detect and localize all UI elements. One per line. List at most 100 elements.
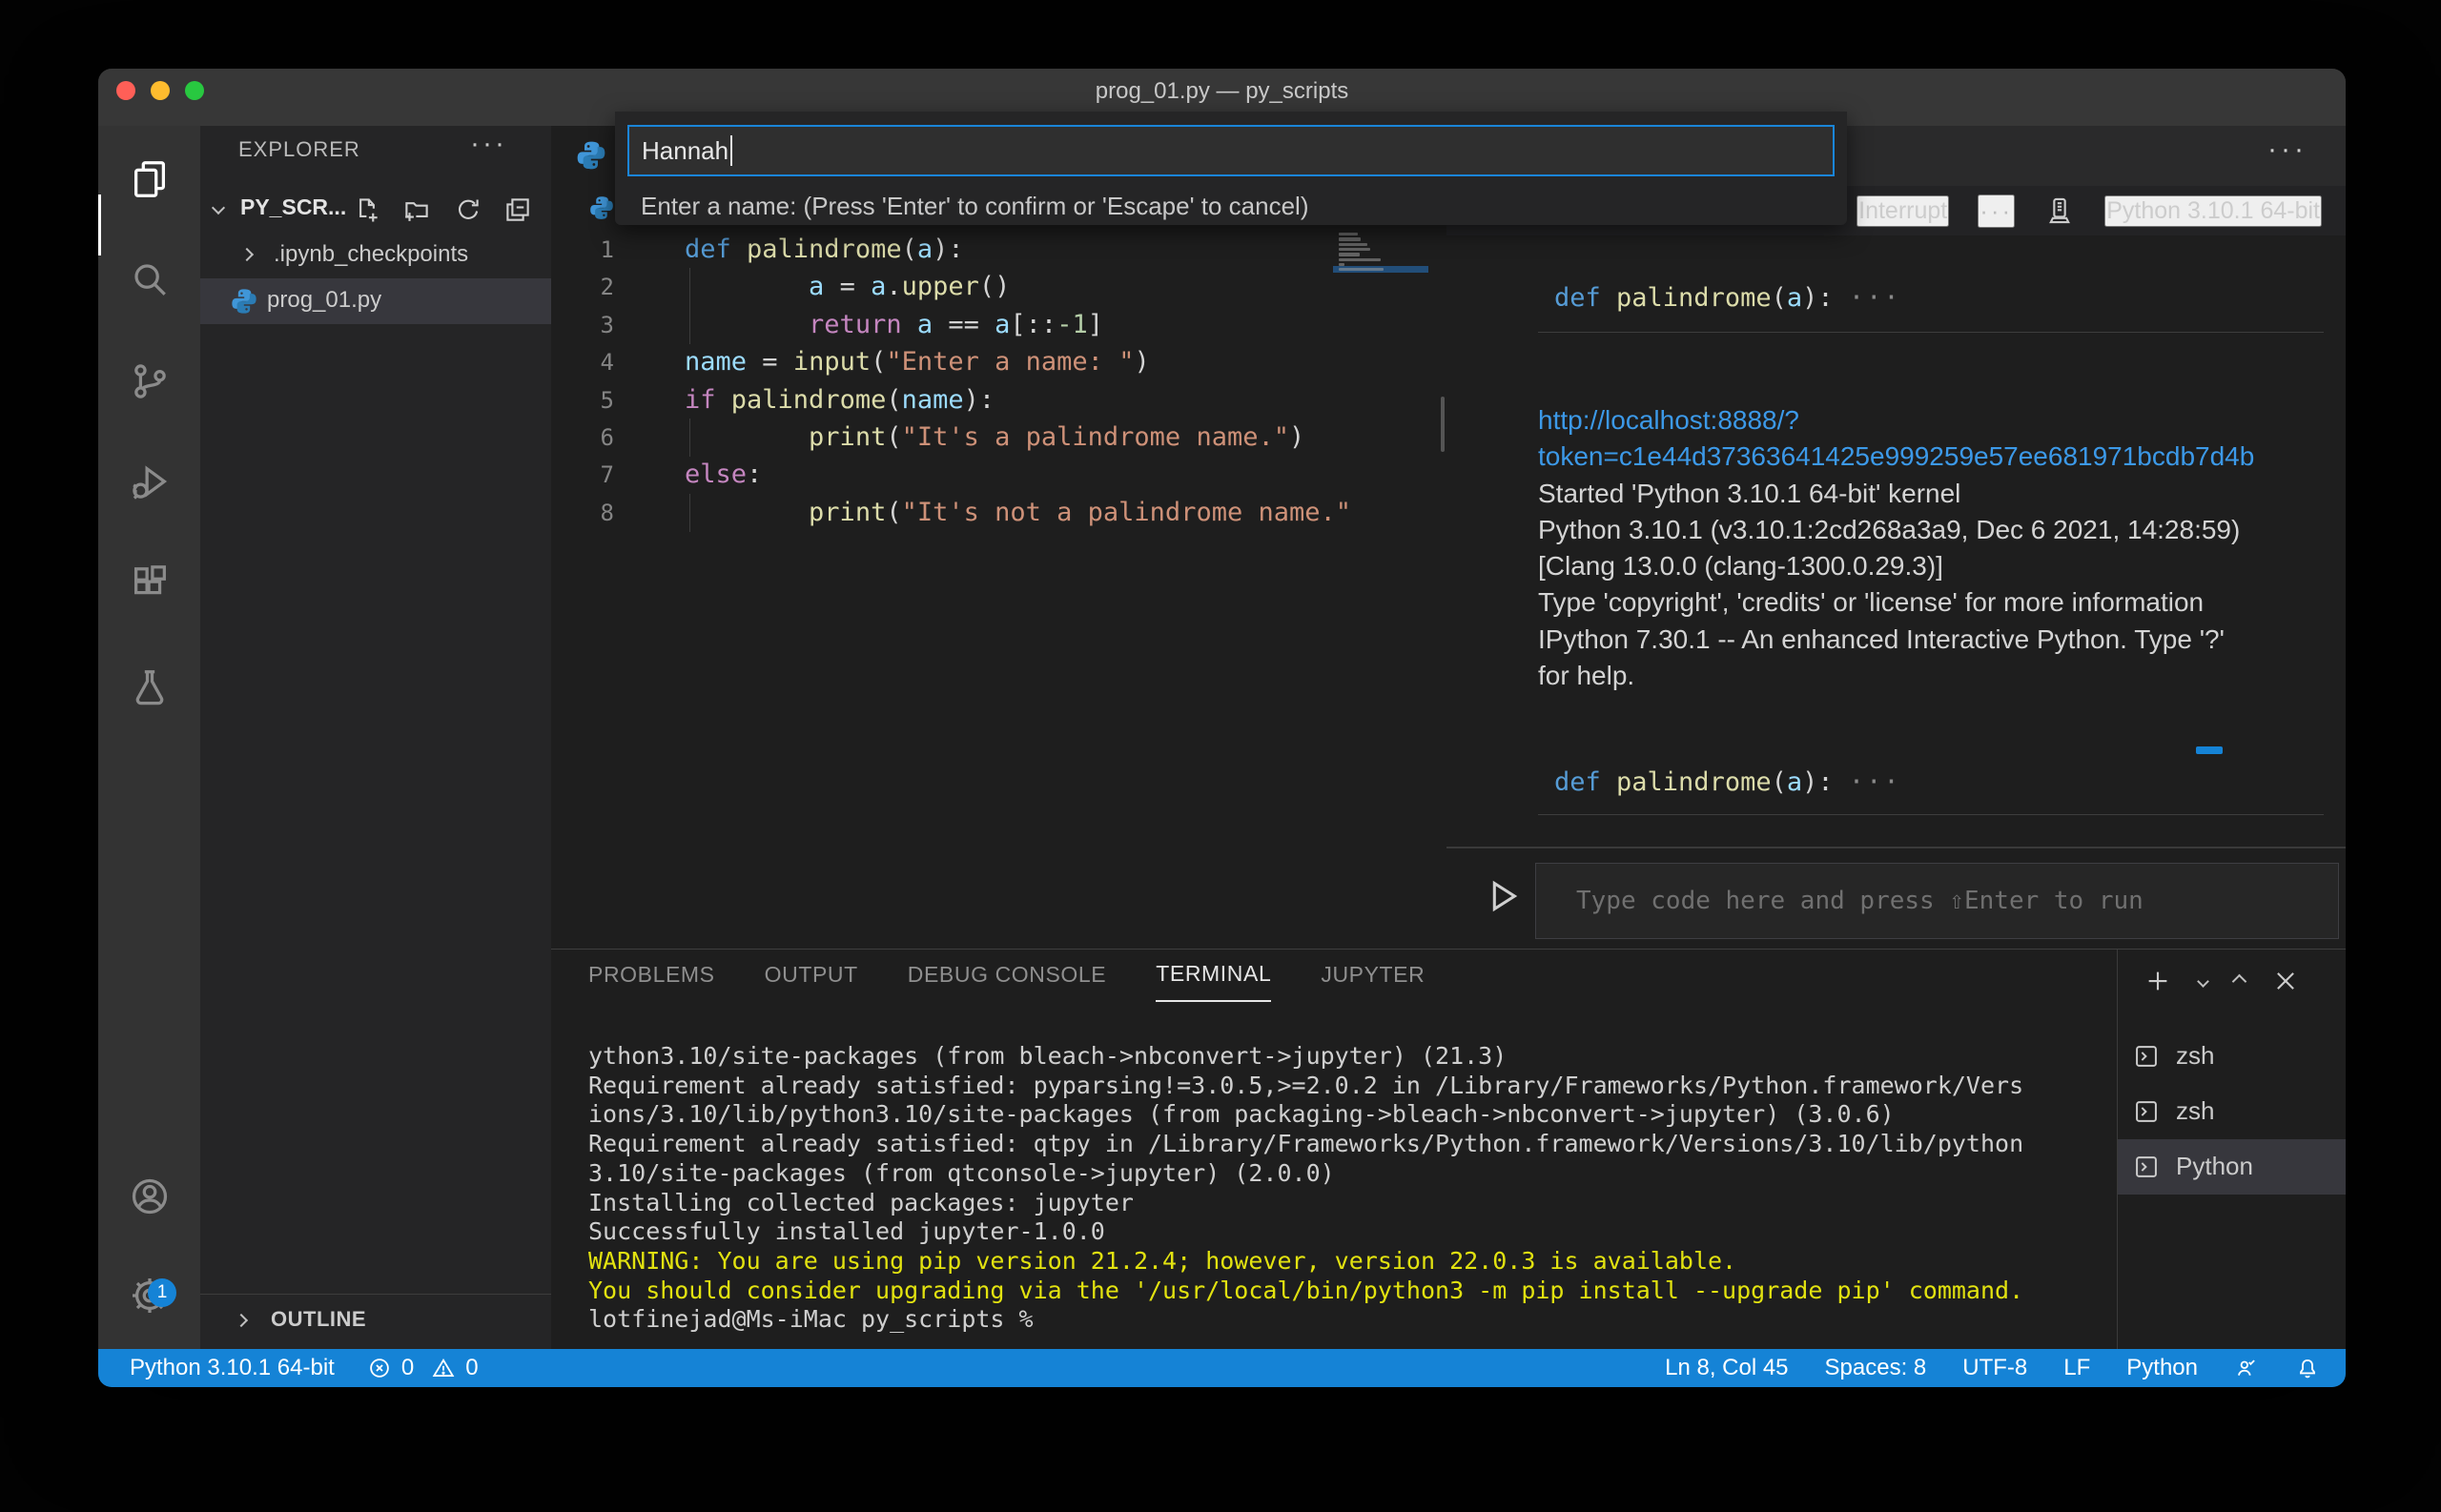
interpreter-selector[interactable]: Python 3.10.1 64-bit bbox=[130, 1355, 335, 1381]
code-editor[interactable]: 1def palindrome(a):2 a = a.upper()3 retu… bbox=[551, 229, 1446, 949]
outline-section[interactable]: OUTLINE bbox=[200, 1294, 551, 1349]
line-number: 3 bbox=[551, 306, 639, 344]
panel-tabs: PROBLEMS OUTPUT DEBUG CONSOLE TERMINAL JUPYT… bbox=[588, 961, 1425, 1002]
error-icon bbox=[367, 1356, 392, 1380]
terminal-line: 3.10/site-packages (from qtconsole->jupy… bbox=[588, 1159, 2114, 1189]
quick-input-value: Hannah bbox=[642, 136, 728, 166]
cursor-position[interactable]: Ln 8, Col 45 bbox=[1665, 1355, 1788, 1381]
tree-item-prog-01[interactable]: prog_01.py bbox=[200, 278, 551, 324]
editor-line[interactable]: 7else: bbox=[551, 456, 1446, 494]
terminal-dropdown-icon[interactable] bbox=[2199, 977, 2207, 986]
editor-scrollbar-thumb[interactable] bbox=[1441, 397, 1445, 452]
explorer-icon[interactable] bbox=[98, 137, 200, 221]
interactive-code-input[interactable]: Type code here and press ⇧Enter to run bbox=[1535, 863, 2339, 939]
new-terminal-icon[interactable] bbox=[2144, 967, 2172, 995]
panel-actions bbox=[2144, 967, 2300, 995]
quick-input-field[interactable]: Hannah bbox=[627, 125, 1835, 176]
terminal-icon bbox=[2133, 1043, 2160, 1070]
new-folder-icon[interactable] bbox=[402, 193, 437, 227]
quick-input-prompt: Enter a name: (Press 'Enter' to confirm … bbox=[641, 192, 1308, 221]
minimap-line bbox=[1339, 243, 1367, 246]
editor-line[interactable]: 1def palindrome(a): bbox=[551, 231, 1446, 269]
kernel-output: http://localhost:8888/?token=c1e44d37363… bbox=[1538, 402, 2254, 694]
kernel-url-link[interactable]: token=c1e44d37363641425e999259e57ee68197… bbox=[1538, 439, 2254, 475]
close-panel-icon[interactable] bbox=[2271, 967, 2300, 995]
panel-tab-debug-console[interactable]: DEBUG CONSOLE bbox=[908, 961, 1106, 1002]
python-file-icon bbox=[230, 287, 258, 316]
search-icon[interactable] bbox=[98, 237, 200, 321]
terminal-line: ions/3.10/lib/python3.10/site-packages (… bbox=[588, 1100, 2114, 1130]
toolbar-more-actions-icon[interactable]: ··· bbox=[1978, 194, 2015, 228]
language-mode[interactable]: Python bbox=[2126, 1355, 2198, 1381]
run-debug-icon[interactable] bbox=[98, 440, 200, 524]
line-number: 6 bbox=[551, 419, 639, 457]
editor-line[interactable]: 5if palindrome(name): bbox=[551, 381, 1446, 419]
encoding-setting[interactable]: UTF-8 bbox=[1962, 1355, 2027, 1381]
tree-item-label: .ipynb_checkpoints bbox=[274, 241, 468, 268]
terminal-line: Requirement already satisfied: pyparsing… bbox=[588, 1072, 2114, 1101]
eol-setting[interactable]: LF bbox=[2063, 1355, 2090, 1381]
explorer-section-header[interactable]: PY_SCR... bbox=[200, 185, 551, 233]
collapse-all-icon[interactable] bbox=[503, 193, 538, 227]
terminal-line: Requirement already satisfied: qtpy in /… bbox=[588, 1130, 2114, 1159]
tree-item-label: prog_01.py bbox=[267, 287, 381, 314]
editor-line[interactable]: 8 print("It's not a palindrome name." bbox=[551, 494, 1446, 532]
kernel-picker-button[interactable]: Python 3.10.1 64-bit bbox=[2104, 195, 2322, 227]
code-cell[interactable]: def palindrome(a): ··· bbox=[1554, 767, 1901, 797]
panel-tab-jupyter[interactable]: JUPYTER bbox=[1321, 961, 1425, 1002]
extensions-icon[interactable] bbox=[98, 542, 200, 626]
tree-item-ipynb-checkpoints[interactable]: .ipynb_checkpoints bbox=[200, 233, 551, 278]
editor-group-more-actions-icon[interactable]: ··· bbox=[2267, 133, 2308, 166]
panel-tab-output[interactable]: OUTPUT bbox=[765, 961, 858, 1002]
python-file-icon bbox=[588, 194, 615, 221]
run-cell-icon[interactable] bbox=[1479, 874, 1523, 918]
kernel-message: Started 'Python 3.10.1 64-bit' kernel bbox=[1538, 476, 2254, 512]
terminal-line: Installing collected packages: jupyter bbox=[588, 1189, 2114, 1218]
source-control-icon[interactable] bbox=[98, 339, 200, 423]
cell-divider bbox=[1538, 814, 2324, 815]
panel-tab-problems[interactable]: PROBLEMS bbox=[588, 961, 715, 1002]
kernel-message: IPython 7.30.1 -- An enhanced Interactiv… bbox=[1538, 622, 2254, 658]
panel-tab-terminal[interactable]: TERMINAL bbox=[1156, 961, 1271, 1002]
editor-line[interactable]: 4name = input("Enter a name: ") bbox=[551, 343, 1446, 381]
testing-icon[interactable] bbox=[98, 645, 200, 729]
files-icon bbox=[128, 157, 172, 201]
refresh-icon[interactable] bbox=[454, 193, 488, 227]
line-number: 1 bbox=[551, 231, 639, 269]
account-icon[interactable] bbox=[98, 1154, 200, 1238]
problems-status[interactable]: 0 0 bbox=[367, 1355, 479, 1381]
activity-bar: 1 bbox=[98, 126, 200, 1349]
indent-guide bbox=[689, 494, 690, 532]
terminal-instance-zsh[interactable]: zsh bbox=[2118, 1029, 2346, 1084]
kernel-url-link[interactable]: http://localhost:8888/? bbox=[1538, 402, 2254, 439]
kernel-message: for help. bbox=[1538, 658, 2254, 694]
minimap[interactable] bbox=[1333, 229, 1428, 949]
desktop: prog_01.py — py_scripts bbox=[0, 0, 2441, 1512]
python-file-icon bbox=[575, 139, 607, 172]
feedback-icon[interactable] bbox=[2234, 1356, 2259, 1380]
settings-gear-icon[interactable]: 1 bbox=[98, 1254, 200, 1338]
kernel-message: [Clang 13.0.0 (clang-1300.0.29.3)] bbox=[1538, 548, 2254, 584]
code-cell[interactable]: def palindrome(a): ··· bbox=[1554, 283, 1901, 313]
new-file-icon[interactable] bbox=[353, 193, 387, 227]
python-icon bbox=[230, 287, 258, 316]
terminal-instance-python[interactable]: Python bbox=[2118, 1139, 2346, 1195]
python-icon bbox=[575, 139, 607, 172]
kernel-icon bbox=[2043, 194, 2076, 227]
notifications-bell-icon[interactable] bbox=[2295, 1356, 2320, 1380]
minimap-line bbox=[1339, 233, 1358, 235]
editor-line[interactable]: 3 return a == a[::-1] bbox=[551, 306, 1446, 344]
explorer-more-actions-icon[interactable]: ··· bbox=[470, 128, 507, 160]
maximize-panel-icon[interactable] bbox=[2234, 976, 2245, 987]
terminal-line: Successfully installed jupyter-1.0.0 bbox=[588, 1217, 2114, 1247]
editor-line[interactable]: 6 print("It's a palindrome name.") bbox=[551, 419, 1446, 457]
indentation-setting[interactable]: Spaces: 8 bbox=[1825, 1355, 1927, 1381]
terminal-instance-label: Python bbox=[2176, 1152, 2253, 1181]
chevron-right-icon bbox=[240, 248, 254, 261]
terminal-output[interactable]: ython3.10/site-packages (from bleach->nb… bbox=[588, 1042, 2114, 1335]
line-number: 8 bbox=[551, 494, 639, 532]
terminal-instance-zsh[interactable]: zsh bbox=[2118, 1084, 2346, 1139]
scrollbar-thumb[interactable] bbox=[2196, 746, 2223, 754]
interrupt-kernel-button[interactable]: Interrupt bbox=[1856, 195, 1949, 227]
editor-line[interactable]: 2 a = a.upper() bbox=[551, 268, 1446, 306]
